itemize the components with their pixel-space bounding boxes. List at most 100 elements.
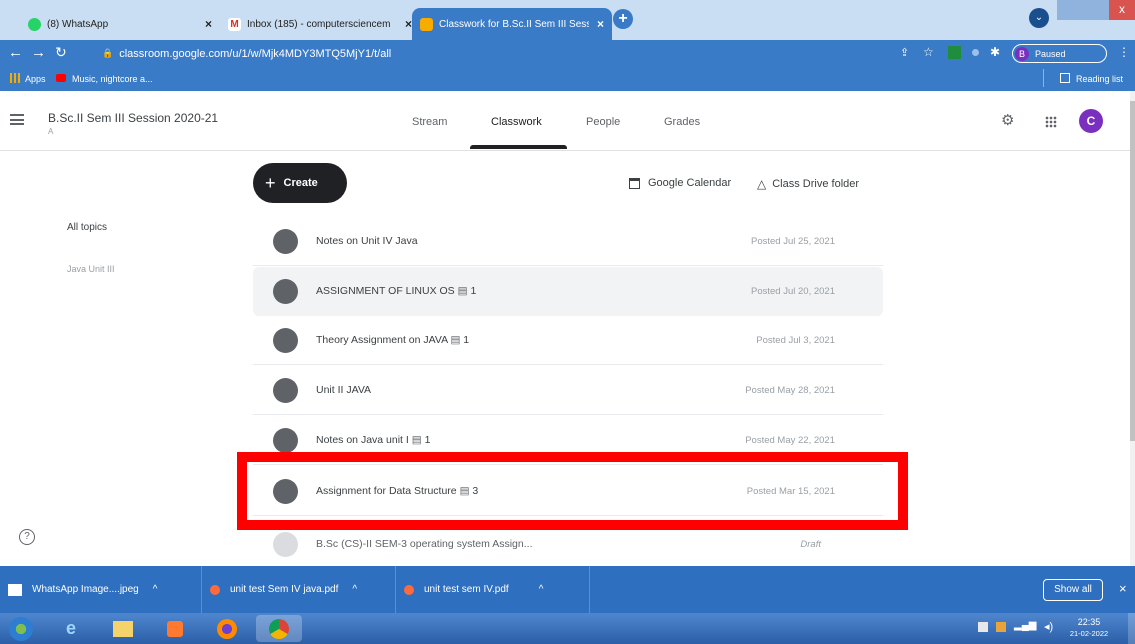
google-calendar-label: Google Calendar [648, 177, 732, 189]
bookmark-music[interactable]: Music, nightcore a... [72, 74, 153, 84]
profile-paused-button[interactable]: B Paused [1012, 44, 1107, 63]
topic-all-topics[interactable]: All topics [67, 222, 107, 233]
main-menu-icon[interactable] [10, 114, 24, 125]
chrome-menu-icon[interactable]: ⋮ [1118, 45, 1130, 59]
item-title: Notes on Java unit I ▤ 1 [316, 434, 431, 446]
comment-count: 1 [424, 434, 431, 446]
tab-search-icon[interactable]: ⌄ [1029, 8, 1049, 28]
show-desktop-button[interactable] [1128, 613, 1135, 644]
share-icon[interactable]: ⇪ [900, 46, 909, 59]
chrome-taskbar-button[interactable] [256, 615, 302, 642]
scrollbar-thumb[interactable] [1130, 101, 1135, 441]
scrollbar[interactable] [1130, 91, 1135, 566]
folder-icon [113, 620, 133, 637]
tab-classroom[interactable]: Classwork for B.Sc.II Sem III Sess × [412, 8, 612, 40]
tab-whatsapp[interactable]: (8) WhatsApp × [20, 8, 220, 40]
forward-icon[interactable]: → [31, 44, 46, 61]
comment-icon: ▤ [450, 334, 461, 346]
address-bar[interactable]: 🔒 classroom.google.com/u/1/w/Mjk4MDY3MTQ… [102, 43, 902, 64]
new-tab-button[interactable]: + [613, 9, 633, 29]
class-title[interactable]: B.Sc.II Sem III Session 2020-21 [48, 111, 218, 125]
media-player-icon [167, 620, 183, 637]
download-name: unit test Sem IV java.pdf [230, 584, 339, 595]
clock[interactable]: 22:35 21-02-2022 [1065, 616, 1113, 640]
tab-classwork[interactable]: Classwork [491, 116, 542, 128]
signal-icon[interactable]: ▂▄▆ [1014, 620, 1036, 631]
item-posted-date: Posted Jul 25, 2021 [751, 236, 835, 247]
tab-title: Classwork for B.Sc.II Sem III Sess [439, 18, 589, 30]
assignment-icon [273, 279, 298, 304]
item-title: B.Sc (CS)-II SEM-3 operating system Assi… [316, 538, 533, 550]
ie-taskbar-button[interactable]: e [48, 615, 94, 642]
help-icon[interactable]: ? [19, 529, 35, 545]
clock-time: 22:35 [1077, 617, 1101, 627]
item-posted-date: Posted May 28, 2021 [745, 385, 835, 396]
material-icon [273, 229, 298, 254]
ie-icon: e [65, 618, 76, 638]
list-item[interactable]: Unit II JAVA Posted May 28, 2021 [253, 366, 883, 415]
bookmark-star-icon[interactable]: ☆ [923, 45, 934, 59]
media-taskbar-button[interactable] [152, 615, 198, 642]
extension-icon[interactable] [948, 46, 961, 59]
start-button[interactable] [4, 615, 38, 642]
comment-count: 1 [470, 285, 477, 297]
reading-list-icon [1060, 73, 1070, 83]
gmail-icon: M [228, 17, 241, 31]
download-name: WhatsApp Image....jpeg [32, 584, 139, 595]
highlight-box [237, 452, 908, 530]
topic-java-unit-iii[interactable]: Java Unit III [67, 264, 115, 274]
bookmark-apps[interactable]: Apps [25, 74, 46, 84]
divider [253, 265, 883, 266]
bookmarks-bar: Apps Music, nightcore a... Reading list [0, 67, 1135, 91]
apps-grid-icon [10, 73, 20, 83]
minimize-button[interactable] [1057, 0, 1083, 20]
reading-list-button[interactable]: Reading list [1076, 74, 1123, 84]
extensions-puzzle-icon[interactable]: ✱ [990, 45, 1000, 59]
reload-icon[interactable]: ↻ [55, 44, 67, 61]
chevron-up-icon[interactable]: ^ [153, 584, 158, 595]
firefox-icon [217, 618, 237, 639]
list-item[interactable]: ASSIGNMENT OF LINUX OS ▤ 1 Posted Jul 20… [253, 267, 883, 316]
explorer-taskbar-button[interactable] [100, 615, 146, 642]
list-item[interactable]: Theory Assignment on JAVA ▤ 1 Posted Jul… [253, 316, 883, 365]
show-all-button[interactable]: Show all [1043, 579, 1103, 601]
class-drive-folder-link[interactable]: △ Class Drive folder [757, 177, 859, 191]
settings-gear-icon[interactable]: ⚙ [1001, 111, 1014, 129]
item-posted-date: Posted Jul 20, 2021 [751, 286, 835, 297]
close-tab-icon[interactable]: × [205, 17, 212, 31]
navigation-bar: ← → ↻ 🔒 classroom.google.com/u/1/w/Mjk4M… [0, 40, 1135, 67]
account-avatar[interactable]: C [1079, 109, 1103, 133]
assignment-icon [273, 328, 298, 353]
download-item[interactable]: WhatsApp Image....jpeg ^ [0, 566, 202, 613]
chevron-up-icon[interactable]: ^ [539, 584, 544, 595]
tab-stream[interactable]: Stream [412, 116, 447, 128]
close-tab-icon[interactable]: × [405, 17, 412, 31]
windows-logo-icon [9, 616, 33, 641]
item-title: Unit II JAVA [316, 384, 372, 396]
extension-dot-icon[interactable] [972, 49, 979, 56]
divider [1043, 69, 1044, 87]
chevron-up-icon[interactable]: ^ [352, 584, 357, 595]
item-posted-date: Posted May 22, 2021 [745, 435, 835, 446]
item-title: ASSIGNMENT OF LINUX OS ▤ 1 [316, 285, 477, 297]
close-tab-icon[interactable]: × [597, 17, 604, 31]
tab-grades[interactable]: Grades [664, 116, 700, 128]
window-close-button[interactable]: x [1109, 0, 1135, 20]
download-name: unit test sem IV.pdf [424, 584, 509, 595]
download-item[interactable]: unit test sem IV.pdf ^ [396, 566, 590, 613]
volume-icon[interactable]: ◂) [1044, 620, 1053, 633]
item-draft-status: Draft [800, 539, 821, 550]
download-item[interactable]: unit test Sem IV java.pdf ^ [202, 566, 396, 613]
maximize-button[interactable] [1083, 0, 1109, 20]
tray-flag-icon[interactable] [978, 622, 988, 632]
firefox-taskbar-button[interactable] [204, 615, 250, 642]
list-item[interactable]: Notes on Unit IV Java Posted Jul 25, 202… [253, 217, 883, 266]
tab-gmail[interactable]: M Inbox (185) - computersciencem × [220, 8, 420, 40]
back-icon[interactable]: ← [8, 44, 23, 61]
tab-people[interactable]: People [586, 116, 620, 128]
google-calendar-link[interactable]: Google Calendar [629, 177, 731, 189]
close-download-bar-icon[interactable]: × [1119, 581, 1127, 596]
create-button[interactable]: + Create [253, 163, 347, 203]
tray-network-icon[interactable] [996, 622, 1006, 632]
google-apps-icon[interactable] [1045, 116, 1057, 128]
